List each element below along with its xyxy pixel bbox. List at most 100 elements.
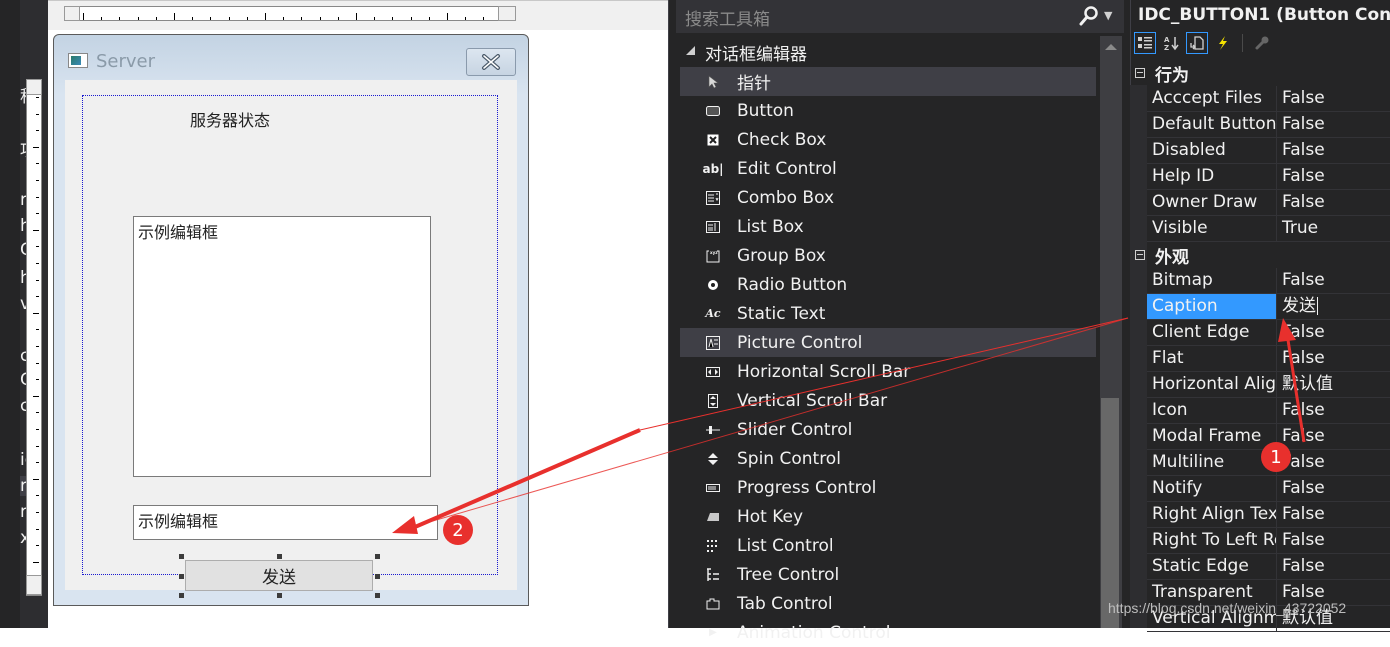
- toolbox-item[interactable]: Progress Control: [680, 473, 1096, 502]
- property-value[interactable]: False: [1277, 346, 1325, 371]
- property-row[interactable]: Caption 发送: [1147, 294, 1390, 320]
- ruler-tick: [392, 17, 394, 20]
- property-row[interactable]: Flat False: [1147, 346, 1390, 372]
- property-row[interactable]: Default Button False: [1147, 112, 1390, 138]
- ruler-tick: [119, 17, 121, 20]
- property-row[interactable]: Icon False: [1147, 398, 1390, 424]
- property-row[interactable]: Notify False: [1147, 476, 1390, 502]
- property-value[interactable]: False: [1277, 164, 1325, 189]
- property-row[interactable]: Help ID False: [1147, 164, 1390, 190]
- resize-handle[interactable]: [179, 574, 184, 579]
- collapse-icon[interactable]: [1135, 250, 1145, 260]
- property-row[interactable]: Visible True: [1147, 216, 1390, 242]
- text-caret: [1317, 297, 1318, 315]
- resize-handle[interactable]: [375, 574, 380, 579]
- property-value[interactable]: False: [1277, 112, 1325, 137]
- vertical-ruler[interactable]: [26, 80, 42, 596]
- property-pages-button[interactable]: [1251, 32, 1273, 54]
- toolbox-item[interactable]: Picture Control: [680, 328, 1096, 357]
- ruler-tick: [428, 17, 430, 20]
- toolbox-item[interactable]: 指针: [680, 67, 1096, 96]
- resize-handle[interactable]: [277, 554, 282, 559]
- property-value[interactable]: 默认值: [1277, 372, 1333, 397]
- toolbox-search-placeholder: 搜索工具箱: [685, 10, 770, 30]
- property-name: Static Edge: [1147, 554, 1277, 579]
- property-row[interactable]: Disabled False: [1147, 138, 1390, 164]
- property-value[interactable]: 发送: [1277, 294, 1318, 319]
- category-label: 外观: [1155, 247, 1189, 268]
- property-value[interactable]: False: [1277, 320, 1325, 345]
- close-button[interactable]: [466, 48, 516, 76]
- resize-handle[interactable]: [179, 554, 184, 559]
- toolbox-item[interactable]: Ac Static Text: [680, 299, 1096, 328]
- scroll-up-arrow-icon[interactable]: [1105, 44, 1117, 50]
- toolbox-item-label: Progress Control: [737, 477, 877, 498]
- resize-handle[interactable]: [179, 593, 184, 598]
- ruler-tick: [210, 17, 212, 20]
- multiline-edit-control[interactable]: 示例编辑框: [133, 216, 431, 477]
- property-value[interactable]: False: [1277, 268, 1325, 293]
- ruler-tick: [33, 229, 39, 231]
- collapse-icon[interactable]: [1135, 68, 1145, 78]
- ruler-tick: [283, 17, 285, 20]
- ruler-tick: [301, 17, 303, 20]
- horizontal-ruler[interactable]: [64, 6, 516, 21]
- property-value[interactable]: False: [1277, 502, 1325, 527]
- category-label: 行为: [1155, 65, 1189, 86]
- server-status-label[interactable]: 服务器状态: [190, 107, 270, 131]
- toolbox-item[interactable]: Radio Button: [680, 270, 1096, 299]
- property-category[interactable]: 行为: [1130, 60, 1390, 86]
- toolbox-item[interactable]: List Control: [680, 531, 1096, 560]
- ruler-tick: [192, 17, 194, 20]
- property-row[interactable]: Owner Draw False: [1147, 190, 1390, 216]
- single-line-edit-control[interactable]: 示例编辑框: [133, 505, 438, 540]
- toolbox-item[interactable]: xyz Group Box: [680, 241, 1096, 270]
- toolbox-item[interactable]: Hot Key: [680, 502, 1096, 531]
- properties-view-button[interactable]: [1186, 32, 1208, 54]
- toolbox-item[interactable]: Spin Control: [680, 444, 1096, 473]
- events-button[interactable]: [1212, 32, 1234, 54]
- property-name: Visible: [1147, 216, 1277, 241]
- sort-az-icon: A Z: [1164, 36, 1179, 51]
- categorized-view-button[interactable]: [1134, 32, 1156, 54]
- property-value[interactable]: False: [1277, 528, 1325, 553]
- pointer-icon: [706, 74, 720, 89]
- property-row[interactable]: Static Edge False: [1147, 554, 1390, 580]
- expand-triangle-icon[interactable]: [686, 46, 695, 55]
- property-row[interactable]: Client Edge False: [1147, 320, 1390, 346]
- toolbox-item[interactable]: List Box: [680, 212, 1096, 241]
- property-category[interactable]: 外观: [1130, 242, 1390, 268]
- toolbox-item[interactable]: Tab Control: [680, 589, 1096, 618]
- alphabetical-view-button[interactable]: A Z: [1160, 32, 1182, 54]
- toolbox-item[interactable]: ab| Edit Control: [680, 154, 1096, 183]
- search-icon[interactable]: [1078, 5, 1100, 27]
- property-value[interactable]: False: [1277, 398, 1325, 423]
- ruler-tick: [36, 346, 39, 347]
- property-row[interactable]: Right To Left Reading OrderFalse: [1147, 528, 1390, 554]
- chevron-down-icon[interactable]: ▼: [1104, 9, 1112, 22]
- property-value[interactable]: False: [1277, 86, 1325, 111]
- property-row[interactable]: Bitmap False: [1147, 268, 1390, 294]
- resize-handle[interactable]: [277, 593, 282, 598]
- toolbox-item[interactable]: Vertical Scroll Bar: [680, 386, 1096, 415]
- property-value[interactable]: False: [1277, 476, 1325, 501]
- property-value[interactable]: False: [1277, 554, 1325, 579]
- toolbox-item[interactable]: Combo Box: [680, 183, 1096, 212]
- toolbox-item[interactable]: Tree Control: [680, 560, 1096, 589]
- toolbox-item[interactable]: Horizontal Scroll Bar: [680, 357, 1096, 386]
- toolbox-item[interactable]: Check Box: [680, 125, 1096, 154]
- resize-handle[interactable]: [375, 593, 380, 598]
- property-value[interactable]: False: [1277, 190, 1325, 215]
- property-row[interactable]: Acccept Files False: [1147, 86, 1390, 112]
- toolbox-item[interactable]: Button: [680, 96, 1096, 125]
- toolbox-item[interactable]: Slider Control: [680, 415, 1096, 444]
- resize-handle[interactable]: [375, 554, 380, 559]
- property-row[interactable]: Right Align Text False: [1147, 502, 1390, 528]
- scrollbar-thumb[interactable]: [1101, 398, 1119, 628]
- property-row[interactable]: Horizontal Alignment默认值: [1147, 372, 1390, 398]
- toolbox-group-header[interactable]: 对话框编辑器: [705, 40, 807, 65]
- property-value[interactable]: False: [1277, 138, 1325, 163]
- toolbox-item[interactable]: ▶ Animation Control: [680, 618, 1096, 647]
- property-value[interactable]: True: [1277, 216, 1318, 241]
- send-button[interactable]: 发送: [185, 560, 373, 591]
